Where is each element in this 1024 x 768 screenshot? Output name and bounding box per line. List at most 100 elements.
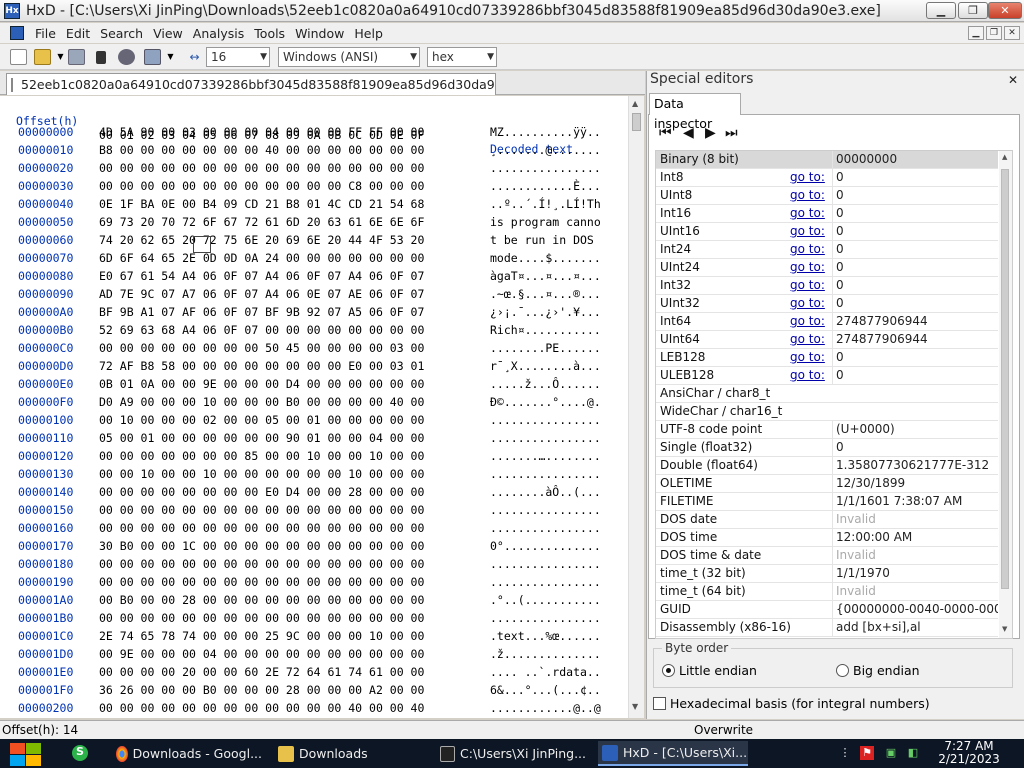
row-decoded[interactable]: .... ..`.rdata.. xyxy=(490,663,601,681)
row-bytes[interactable]: B8 00 00 00 00 00 00 00 40 00 00 00 00 0… xyxy=(99,141,424,159)
inspector-row-value[interactable]: add [bx+si],al xyxy=(832,619,998,636)
inspector-row[interactable]: Int8 go to: 0 xyxy=(656,169,998,187)
inspector-row-value[interactable]: Invalid xyxy=(832,547,998,564)
row-decoded[interactable]: r¯¸X........à... xyxy=(490,357,601,375)
row-bytes[interactable]: 30 B0 00 00 1C 00 00 00 00 00 00 00 00 0… xyxy=(99,537,424,555)
scroll-down-icon[interactable]: ▼ xyxy=(1002,625,1007,633)
taskbar-item-console[interactable]: C:\Users\Xi JinPing... xyxy=(436,741,586,766)
row-decoded[interactable]: ................ xyxy=(490,411,601,429)
tab-data-inspector[interactable]: Data inspector xyxy=(649,93,741,131)
row-decoded[interactable]: .~œ.§...¤...®... xyxy=(490,285,601,303)
row-decoded[interactable]: ................ xyxy=(490,429,601,447)
inspector-row[interactable]: DOS date Invalid xyxy=(656,511,998,529)
row-bytes[interactable]: 00 00 00 00 00 00 00 00 00 00 00 00 00 0… xyxy=(99,555,424,573)
little-endian-radio[interactable]: Little endian xyxy=(662,663,757,678)
row-bytes[interactable]: 00 00 00 00 00 00 00 00 00 00 00 00 00 0… xyxy=(99,609,424,627)
row-decoded[interactable]: MZ..........ÿÿ.. xyxy=(490,123,601,141)
disk-icon[interactable] xyxy=(118,49,135,65)
row-bytes[interactable]: 6D 6F 64 65 2E 0D 0D 0A 24 00 00 00 00 0… xyxy=(99,249,424,267)
row-decoded[interactable]: ................ xyxy=(490,159,601,177)
hex-basis-checkbox[interactable]: Hexadecimal basis (for integral numbers) xyxy=(653,696,930,711)
inspector-row-value[interactable]: 274877906944 xyxy=(832,313,998,330)
row-bytes[interactable]: 00 00 00 00 20 00 00 60 2E 72 64 61 74 6… xyxy=(99,663,424,681)
row-bytes[interactable]: 00 00 00 00 00 00 00 00 E0 D4 00 00 28 0… xyxy=(99,483,424,501)
inspector-row-value[interactable]: 0 xyxy=(832,223,998,240)
inspector-row[interactable]: Double (float64) 1.35807730621777E-312 xyxy=(656,457,998,475)
inspector-row-value[interactable]: 1.35807730621777E-312 xyxy=(832,457,998,474)
inspector-row[interactable]: WideChar / char16_t xyxy=(656,403,998,421)
row-bytes[interactable]: 72 AF B8 58 00 00 00 00 00 00 00 00 E0 0… xyxy=(99,357,424,375)
inspector-row-value[interactable]: 1/1/1601 7:38:07 AM xyxy=(832,493,998,510)
inspector-row[interactable]: UTF-8 code point (U+0000) xyxy=(656,421,998,439)
menu-edit[interactable]: Edit xyxy=(61,26,95,41)
row-bytes[interactable]: 36 26 00 00 00 B0 00 00 00 28 00 00 00 A… xyxy=(99,681,424,699)
row-decoded[interactable]: Rich¤........... xyxy=(490,321,601,339)
row-decoded[interactable]: .°..(........... xyxy=(490,591,601,609)
row-decoded[interactable]: ........PE...... xyxy=(490,339,601,357)
row-bytes[interactable]: 00 00 00 00 00 00 00 85 00 00 10 00 00 1… xyxy=(99,447,424,465)
row-bytes[interactable]: 00 00 00 00 00 00 00 00 00 00 00 00 00 0… xyxy=(99,519,424,537)
row-bytes[interactable]: 00 9E 00 00 00 04 00 00 00 00 00 00 00 0… xyxy=(99,645,424,663)
row-decoded[interactable]: ................ xyxy=(490,465,601,483)
inspector-row[interactable]: FILETIME 1/1/1601 7:38:07 AM xyxy=(656,493,998,511)
menu-view[interactable]: View xyxy=(148,26,188,41)
row-decoded[interactable]: .ž.............. xyxy=(490,645,601,663)
row-decoded[interactable]: Ð©.......°....@. xyxy=(490,393,601,411)
row-bytes[interactable]: 2E 74 65 78 74 00 00 00 25 9C 00 00 00 1… xyxy=(99,627,424,645)
inspector-row[interactable]: Disassembly (x86-16) add [bx+si],al xyxy=(656,619,998,637)
row-decoded[interactable]: ¿›¡.¯...¿›'.¥... xyxy=(490,303,601,321)
row-decoded[interactable]: ..º..´.Í!¸.LÍ!Th xyxy=(490,195,601,213)
row-decoded[interactable]: ¸.......@....... xyxy=(490,141,601,159)
row-decoded[interactable]: ............@..@ xyxy=(490,699,601,717)
start-button[interactable] xyxy=(7,741,43,767)
inspector-row[interactable]: UInt24 go to: 0 xyxy=(656,259,998,277)
menu-tools[interactable]: Tools xyxy=(249,26,290,41)
inspector-row[interactable]: Int32 go to: 0 xyxy=(656,277,998,295)
row-bytes[interactable]: 00 10 00 00 00 02 00 00 05 00 01 00 00 0… xyxy=(99,411,424,429)
hex-scrollbar[interactable]: ▲ ▼ xyxy=(628,96,644,718)
mdi-restore-button[interactable]: ❐ xyxy=(986,26,1002,40)
inspector-row[interactable]: AnsiChar / char8_t xyxy=(656,385,998,403)
row-bytes[interactable]: 00 00 00 00 00 00 00 00 00 00 00 00 00 0… xyxy=(99,573,424,591)
goto-link[interactable]: go to: xyxy=(790,331,825,348)
hxd-app-icon[interactable]: Hx xyxy=(4,2,20,19)
inspector-row-value[interactable]: 274877906944 xyxy=(832,331,998,348)
taskbar-item-hxd[interactable]: HxD - [C:\Users\Xi... xyxy=(598,741,748,766)
menu-file[interactable]: File xyxy=(30,26,61,41)
inspector-row-value[interactable]: (U+0000) xyxy=(832,421,998,438)
menu-window[interactable]: Window xyxy=(290,26,349,41)
goto-link[interactable]: go to: xyxy=(790,187,825,204)
close-icon[interactable]: ✕ xyxy=(1008,73,1018,87)
goto-link[interactable]: go to: xyxy=(790,349,825,366)
row-bytes[interactable]: 0E 1F BA 0E 00 B4 09 CD 21 B8 01 4C CD 2… xyxy=(99,195,424,213)
row-bytes[interactable]: 00 00 00 00 00 00 00 00 50 45 00 00 00 0… xyxy=(99,339,424,357)
row-bytes[interactable]: BF 9B A1 07 AF 06 0F 07 BF 9B 92 07 A5 0… xyxy=(99,303,424,321)
inspector-row[interactable]: UInt8 go to: 0 xyxy=(656,187,998,205)
inspector-row-value[interactable]: 0 xyxy=(832,277,998,294)
row-bytes[interactable]: 00 00 00 00 00 00 00 00 00 00 00 00 40 0… xyxy=(99,699,424,717)
row-bytes[interactable]: 4D 5A 90 00 03 00 00 00 04 00 00 00 FF F… xyxy=(99,123,424,141)
inspector-row[interactable]: DOS time & date Invalid xyxy=(656,547,998,565)
scroll-thumb[interactable] xyxy=(632,113,641,131)
row-decoded[interactable]: ........àÔ..(... xyxy=(490,483,601,501)
row-decoded[interactable]: t be run in DOS xyxy=(490,231,601,249)
file-tab[interactable]: 52eeb1c0820a0a64910cd07339286bbf3045d835… xyxy=(6,73,496,95)
inspector-row-value[interactable]: 0 xyxy=(832,439,998,456)
inspector-row[interactable]: Single (float32) 0 xyxy=(656,439,998,457)
row-bytes[interactable]: 74 20 62 65 20 72 75 6E 20 69 6E 20 44 4… xyxy=(99,231,424,249)
maximize-button[interactable]: ❐ xyxy=(958,2,988,19)
inspector-row[interactable]: UInt64 go to: 274877906944 xyxy=(656,331,998,349)
inspector-row[interactable]: Int24 go to: 0 xyxy=(656,241,998,259)
flag-icon[interactable]: ⚑ xyxy=(860,746,874,760)
inspector-row-value[interactable]: 0 xyxy=(832,295,998,312)
goto-link[interactable]: go to: xyxy=(790,169,825,186)
inspector-row-value[interactable]: 1/1/1970 xyxy=(832,565,998,582)
charset-select[interactable]: Windows (ANSI) ▼ xyxy=(278,47,420,67)
ram-icon[interactable] xyxy=(96,51,106,64)
goto-link[interactable]: go to: xyxy=(790,277,825,294)
inspector-row[interactable]: time_t (32 bit) 1/1/1970 xyxy=(656,565,998,583)
inspector-row[interactable]: Int64 go to: 274877906944 xyxy=(656,313,998,331)
close-button[interactable]: ✕ xyxy=(988,2,1022,19)
menu-help[interactable]: Help xyxy=(349,26,388,41)
inspector-row[interactable]: OLETIME 12/30/1899 xyxy=(656,475,998,493)
